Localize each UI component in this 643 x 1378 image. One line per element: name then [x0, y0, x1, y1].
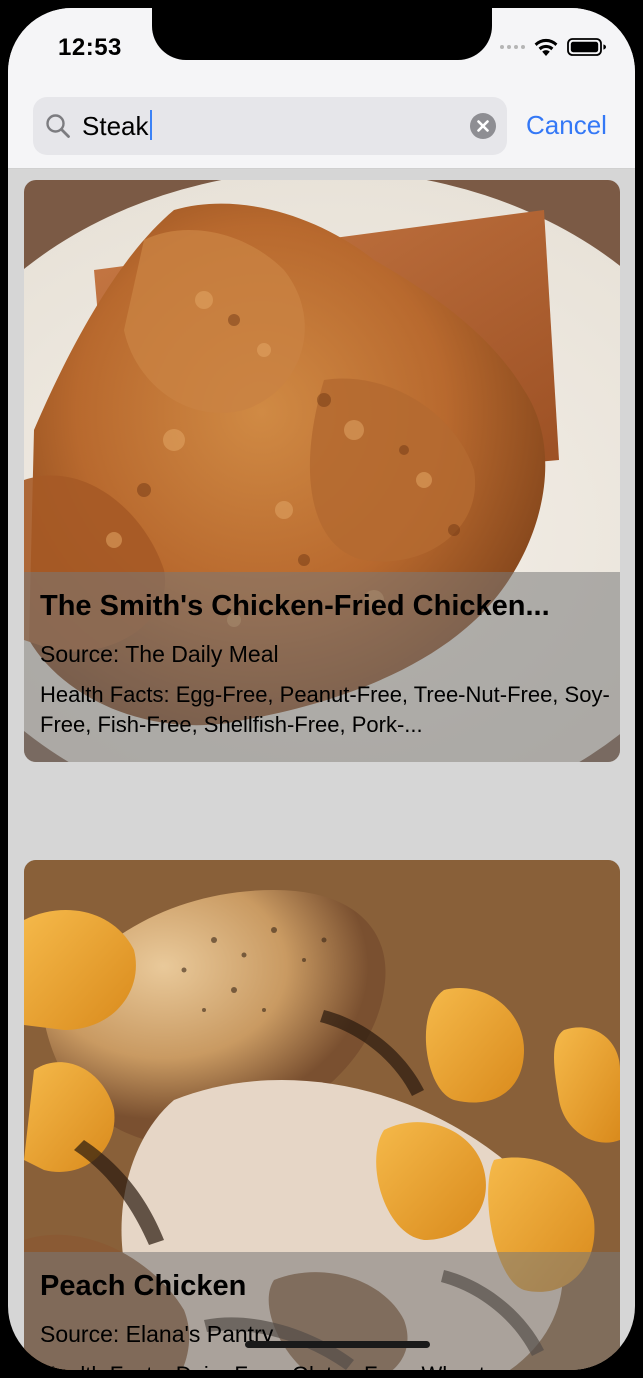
recipe-list: The Smith's Chicken-Fried Chicken... Sou… — [8, 168, 635, 1370]
search-icon — [46, 114, 70, 138]
recipe-card[interactable]: The Smith's Chicken-Fried Chicken... Sou… — [24, 180, 620, 762]
recipe-title: Peach Chicken — [40, 1270, 247, 1302]
recipe-info-panel: Peach Chicken Source: Elana's Pantry Hea… — [24, 1252, 620, 1370]
home-indicator[interactable] — [245, 1341, 430, 1348]
signal-icon — [500, 45, 525, 49]
status-icons — [500, 36, 607, 58]
recipe-health-facts: Health Facts: Egg-Free, Peanut-Free, Tre… — [40, 682, 610, 737]
search-input[interactable]: Steak — [33, 97, 507, 155]
clear-icon — [477, 120, 489, 132]
search-query-text: Steak — [82, 111, 149, 141]
status-time: 12:53 — [58, 34, 122, 61]
recipe-card[interactable]: Peach Chicken Source: Elana's Pantry Hea… — [24, 860, 620, 1370]
search-bar: Steak Cancel — [8, 92, 635, 169]
device-notch — [152, 8, 492, 60]
search-query[interactable]: Steak — [82, 110, 152, 142]
app-screen: 12:53 Steak Cancel The Smith's Chicken-F… — [8, 8, 635, 1370]
wifi-icon — [534, 38, 558, 56]
battery-icon — [567, 38, 606, 56]
recipe-source: Source: Elana's Pantry — [40, 1321, 274, 1347]
device-frame: 12:53 Steak Cancel The Smith's Chicken-F… — [0, 0, 643, 1378]
cancel-button[interactable]: Cancel — [526, 110, 607, 141]
clear-search-button[interactable] — [470, 113, 496, 139]
recipe-info-panel: The Smith's Chicken-Fried Chicken... Sou… — [24, 572, 620, 762]
recipe-title: The Smith's Chicken-Fried Chicken... — [40, 590, 550, 622]
recipe-health-facts: Health Facts: Dairy-Free, Gluten-Free, W… — [40, 1360, 612, 1370]
text-cursor — [149, 110, 152, 140]
recipe-source: Source: The Daily Meal — [40, 641, 279, 667]
